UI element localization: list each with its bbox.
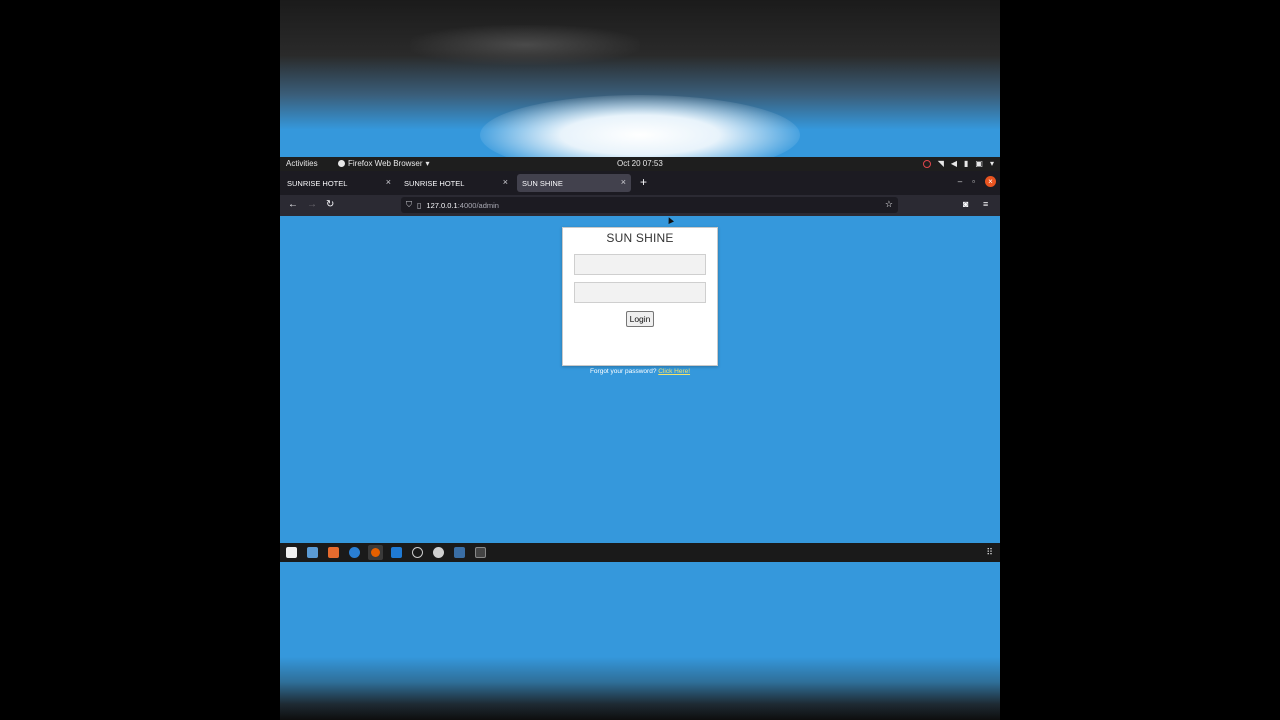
caret-down-icon: ▾ (989, 159, 994, 168)
blurred-background-top (280, 0, 1000, 175)
window-close-icon[interactable]: × (985, 176, 996, 187)
record-indicator-icon (922, 159, 931, 168)
page-icon[interactable]: ▯ (417, 201, 421, 210)
network-tool-icon[interactable] (454, 547, 465, 558)
tab-label: SUNRISE HOTEL (287, 178, 348, 188)
restore-icon[interactable]: ▫ (972, 177, 975, 186)
volume-icon: ◀ (950, 159, 958, 168)
activities-button[interactable]: Activities (286, 159, 318, 168)
system-top-bar: Activities Firefox Web Browser ▾ Oct 20 … (280, 157, 1000, 171)
settings-icon[interactable] (433, 547, 444, 558)
app-menu[interactable]: Firefox Web Browser ▾ (338, 159, 430, 168)
minimize-icon[interactable]: – (958, 177, 962, 186)
screen-frame: Activities Firefox Web Browser ▾ Oct 20 … (280, 0, 1000, 720)
close-icon[interactable]: × (621, 177, 626, 187)
forgot-password: Forgot your password? Click Here! (280, 368, 1000, 375)
text-editor-icon[interactable] (307, 547, 318, 558)
page-content: SUN SHINE Login Forgot your password? Cl… (280, 216, 1000, 543)
terminal-icon[interactable] (475, 547, 486, 558)
background-smudge (410, 25, 640, 65)
files-icon[interactable] (286, 547, 297, 558)
forward-arrow-icon[interactable]: → (307, 199, 317, 210)
back-arrow-icon[interactable]: ← (288, 199, 298, 210)
software-center-icon[interactable] (328, 547, 339, 558)
dock: ⠿ (280, 543, 1000, 562)
username-field[interactable] (574, 254, 706, 275)
reload-icon[interactable]: ↻ (326, 199, 334, 210)
url-text[interactable]: 127.0.0.1:4000/admin (426, 201, 499, 210)
firefox-dock-icon[interactable] (368, 545, 383, 560)
system-monitor-icon[interactable] (412, 547, 423, 558)
microphone-icon: ▮ (964, 159, 969, 168)
plus-icon[interactable]: + (640, 175, 647, 189)
forgot-password-text: Forgot your password? (589, 368, 657, 375)
tab-sunrise-hotel-1[interactable]: SUNRISE HOTEL × (282, 174, 396, 192)
url-bar[interactable]: ⛉ ▯ 127.0.0.1:4000/admin ☆ (401, 197, 898, 213)
caret-down-icon: ▾ (425, 159, 430, 168)
mouse-cursor-icon (666, 216, 674, 224)
vscode-icon[interactable] (391, 547, 402, 558)
password-field[interactable] (574, 282, 706, 303)
tab-strip: SUNRISE HOTEL × SUNRISE HOTEL × SUN SHIN… (280, 171, 1000, 195)
system-tray[interactable]: ◥ ◀ ▮ ▣ ▾ (922, 159, 994, 168)
firefox-icon (338, 160, 345, 167)
login-title: SUN SHINE (606, 231, 674, 245)
navigation-bar: ← → ↻ ⛉ ▯ 127.0.0.1:4000/admin ☆ ◙ ≡ (280, 195, 1000, 216)
clock[interactable]: Oct 20 07:53 (617, 159, 663, 168)
shield-icon[interactable]: ⛉ (406, 200, 412, 210)
close-icon[interactable]: × (386, 177, 391, 187)
url-host: 127.0.0.1 (426, 200, 458, 210)
tab-sunrise-hotel-2[interactable]: SUNRISE HOTEL × (399, 174, 513, 192)
browser-icon[interactable] (349, 547, 360, 558)
tab-label: SUN SHINE (522, 178, 563, 188)
close-icon[interactable]: × (503, 177, 508, 187)
pocket-icon[interactable]: ◙ (963, 199, 968, 209)
forgot-password-link[interactable]: Click Here! (658, 368, 690, 375)
star-icon[interactable]: ☆ (885, 199, 893, 210)
blurred-background-bottom (280, 562, 1000, 720)
tab-label: SUNRISE HOTEL (404, 178, 465, 188)
battery-icon: ▣ (975, 159, 983, 168)
app-menu-label: Firefox Web Browser (348, 159, 423, 168)
tab-sun-shine[interactable]: SUN SHINE × (517, 174, 631, 192)
login-button[interactable]: Login (626, 311, 654, 327)
url-path: :4000/admin (457, 200, 499, 210)
login-card: SUN SHINE Login (562, 227, 718, 366)
window-controls: – ▫ × (958, 176, 996, 187)
wifi-icon: ◥ (937, 159, 944, 168)
show-applications-icon[interactable]: ⠿ (986, 547, 993, 558)
hamburger-menu-icon[interactable]: ≡ (983, 199, 988, 209)
